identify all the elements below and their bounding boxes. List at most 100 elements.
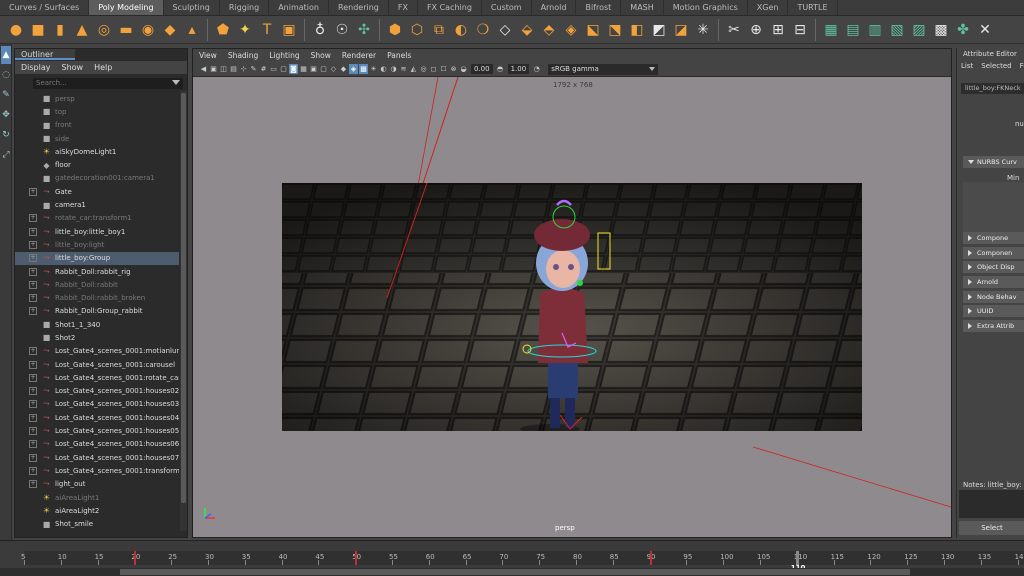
- poly-platonic-icon[interactable]: ◆: [160, 20, 180, 40]
- viewport-canvas[interactable]: 1792 x 768 persp: [193, 77, 951, 537]
- motion-blur-icon[interactable]: ≋: [399, 64, 408, 74]
- poke-icon[interactable]: ✳: [693, 20, 713, 40]
- shelf-tab-1[interactable]: Poly Modeling: [89, 0, 164, 15]
- expand-icon[interactable]: +: [29, 307, 37, 316]
- outliner-item[interactable]: + ⤳ Lost_Gate4_scenes_0001:houses07: [15, 451, 179, 464]
- select-camera-icon[interactable]: ◀: [199, 64, 208, 74]
- wedge-icon[interactable]: ◪: [671, 20, 691, 40]
- attribute-section[interactable]: Extra Attrib: [963, 320, 1024, 332]
- poly-cone-icon[interactable]: ▲: [72, 20, 92, 40]
- outliner-item[interactable]: + ⤳ Lost_Gate4_scenes_0001:rotate_car:tr: [15, 371, 179, 384]
- image-plane-icon[interactable]: ▤: [229, 64, 238, 74]
- poly-sphere-icon[interactable]: ●: [6, 20, 26, 40]
- wireframe-icon[interactable]: ◇: [329, 64, 338, 74]
- uv-editor-icon[interactable]: ▦: [821, 20, 841, 40]
- outliner-item[interactable]: + ⤳ light_out: [15, 478, 179, 491]
- fill-hole-icon[interactable]: ◈: [561, 20, 581, 40]
- section-nurbs-curve[interactable]: NURBS Curv: [963, 156, 1024, 168]
- poly-disc-icon[interactable]: ◉: [138, 20, 158, 40]
- expand-icon[interactable]: +: [29, 360, 37, 369]
- expand-icon[interactable]: +: [29, 413, 37, 422]
- type-tool-icon[interactable]: T: [257, 20, 277, 40]
- safe-action-icon[interactable]: ▣: [309, 64, 318, 74]
- shelf-tab-7[interactable]: FX Caching: [418, 0, 482, 15]
- outliner-item[interactable]: + ⤳ Lost_Gate4_scenes_0001:houses06: [15, 438, 179, 451]
- outliner-search-input[interactable]: Search...: [33, 78, 183, 89]
- outliner-item[interactable]: ◆ floor: [15, 158, 179, 171]
- outliner-item[interactable]: + ⤳ Rabbit_Doll:rabbit_broken: [15, 291, 179, 304]
- field-chart-icon[interactable]: ▦: [299, 64, 308, 74]
- transform-snap-icon[interactable]: ✣: [354, 20, 374, 40]
- range-slider[interactable]: [0, 568, 1024, 576]
- expand-icon[interactable]: +: [29, 240, 37, 249]
- notes-textarea[interactable]: [959, 490, 1024, 518]
- poly-cylinder-icon[interactable]: ▮: [50, 20, 70, 40]
- outliner-item[interactable]: ■ persp: [15, 92, 179, 105]
- expand-icon[interactable]: +: [29, 187, 37, 196]
- select-button[interactable]: Select: [959, 521, 1024, 535]
- planar-map-icon[interactable]: ▤: [843, 20, 863, 40]
- expand-icon[interactable]: +: [29, 400, 37, 409]
- expand-icon[interactable]: +: [29, 453, 37, 462]
- unfold-icon[interactable]: ▩: [931, 20, 951, 40]
- lasso-tool-icon[interactable]: ◌: [1, 66, 11, 84]
- outliner-item[interactable]: + ⤳ Gate: [15, 185, 179, 198]
- time-slider[interactable]: 5101520253035404550556065707580859095100…: [0, 540, 1024, 572]
- extrude-icon[interactable]: ⬕: [583, 20, 603, 40]
- poly-pyramid-icon[interactable]: ▴: [182, 20, 202, 40]
- viewport-menu-item[interactable]: Shading: [228, 49, 258, 62]
- anti-aliasing-icon[interactable]: ◭: [409, 64, 418, 74]
- expand-icon[interactable]: +: [29, 373, 37, 382]
- xray-icon[interactable]: ☐: [439, 64, 448, 74]
- outliner-item[interactable]: ☀ aiAreaLight2: [15, 504, 179, 517]
- expand-icon[interactable]: +: [29, 440, 37, 449]
- shelf-tab-4[interactable]: Animation: [269, 0, 329, 15]
- outliner-item[interactable]: + ⤳ Rabbit_Doll:Group_rabbit: [15, 305, 179, 318]
- attribute-section[interactable]: Arnold: [963, 276, 1024, 288]
- range-slider-thumb[interactable]: [120, 569, 910, 575]
- auto-map-icon[interactable]: ▨: [909, 20, 929, 40]
- use-all-lights-icon[interactable]: ☀: [369, 64, 378, 74]
- expand-icon[interactable]: +: [29, 466, 37, 475]
- separate-icon[interactable]: ⬡: [407, 20, 427, 40]
- current-time-indicator[interactable]: [795, 551, 799, 565]
- attribute-menu-item[interactable]: Selected: [981, 62, 1011, 70]
- append-icon[interactable]: ◩: [649, 20, 669, 40]
- outliner-scroll-thumb[interactable]: [181, 93, 186, 503]
- gamma-icon[interactable]: ◓: [496, 64, 505, 74]
- spherical-map-icon[interactable]: ▧: [887, 20, 907, 40]
- mirror-icon[interactable]: ⧉: [429, 20, 449, 40]
- expand-icon[interactable]: +: [29, 214, 37, 223]
- shelf-tab-2[interactable]: Sculpting: [164, 0, 220, 15]
- exposure-icon[interactable]: ◒: [459, 64, 468, 74]
- camera-attributes-icon[interactable]: ▣: [209, 64, 218, 74]
- poly-soccer-icon[interactable]: ⬟: [213, 20, 233, 40]
- svg-tool-icon[interactable]: ▣: [279, 20, 299, 40]
- grease-pencil-icon[interactable]: ✎: [249, 64, 258, 74]
- keyframe-marker[interactable]: [134, 551, 137, 565]
- depth-of-field-icon[interactable]: ◎: [419, 64, 428, 74]
- bridge-icon[interactable]: ⬔: [605, 20, 625, 40]
- safe-title-icon[interactable]: ▢: [319, 64, 328, 74]
- keyframe-marker[interactable]: [649, 551, 652, 565]
- expand-icon[interactable]: +: [29, 227, 37, 236]
- grid-icon[interactable]: #: [259, 64, 268, 74]
- outliner-item[interactable]: ■ Shot2: [15, 331, 179, 344]
- shelf-tab-3[interactable]: Rigging: [220, 0, 270, 15]
- expand-icon[interactable]: +: [29, 267, 37, 276]
- outliner-item[interactable]: ■ Shot_smile: [15, 518, 179, 531]
- outliner-item[interactable]: + ⤳ Lost_Gate4_scenes_0001:houses02: [15, 385, 179, 398]
- outliner-item[interactable]: ■ gatedecoration001:camera1: [15, 172, 179, 185]
- shelf-tab-5[interactable]: Rendering: [329, 0, 389, 15]
- viewport-menu-item[interactable]: Lighting: [269, 49, 299, 62]
- poly-plane-icon[interactable]: ▬: [116, 20, 136, 40]
- poly-cube-icon[interactable]: ■: [28, 20, 48, 40]
- combine-icon[interactable]: ⬢: [385, 20, 405, 40]
- scale-tool-icon[interactable]: ⤢: [1, 146, 11, 164]
- screen-space-ao-icon[interactable]: ◑: [389, 64, 398, 74]
- outliner-menu-item[interactable]: Help: [94, 61, 112, 74]
- node-name-field[interactable]: little_boy:FKNeck: [961, 83, 1024, 94]
- time-ruler[interactable]: 5101520253035404550556065707580859095100…: [21, 551, 1024, 572]
- expand-icon[interactable]: +: [29, 480, 37, 489]
- expand-icon[interactable]: +: [29, 254, 37, 263]
